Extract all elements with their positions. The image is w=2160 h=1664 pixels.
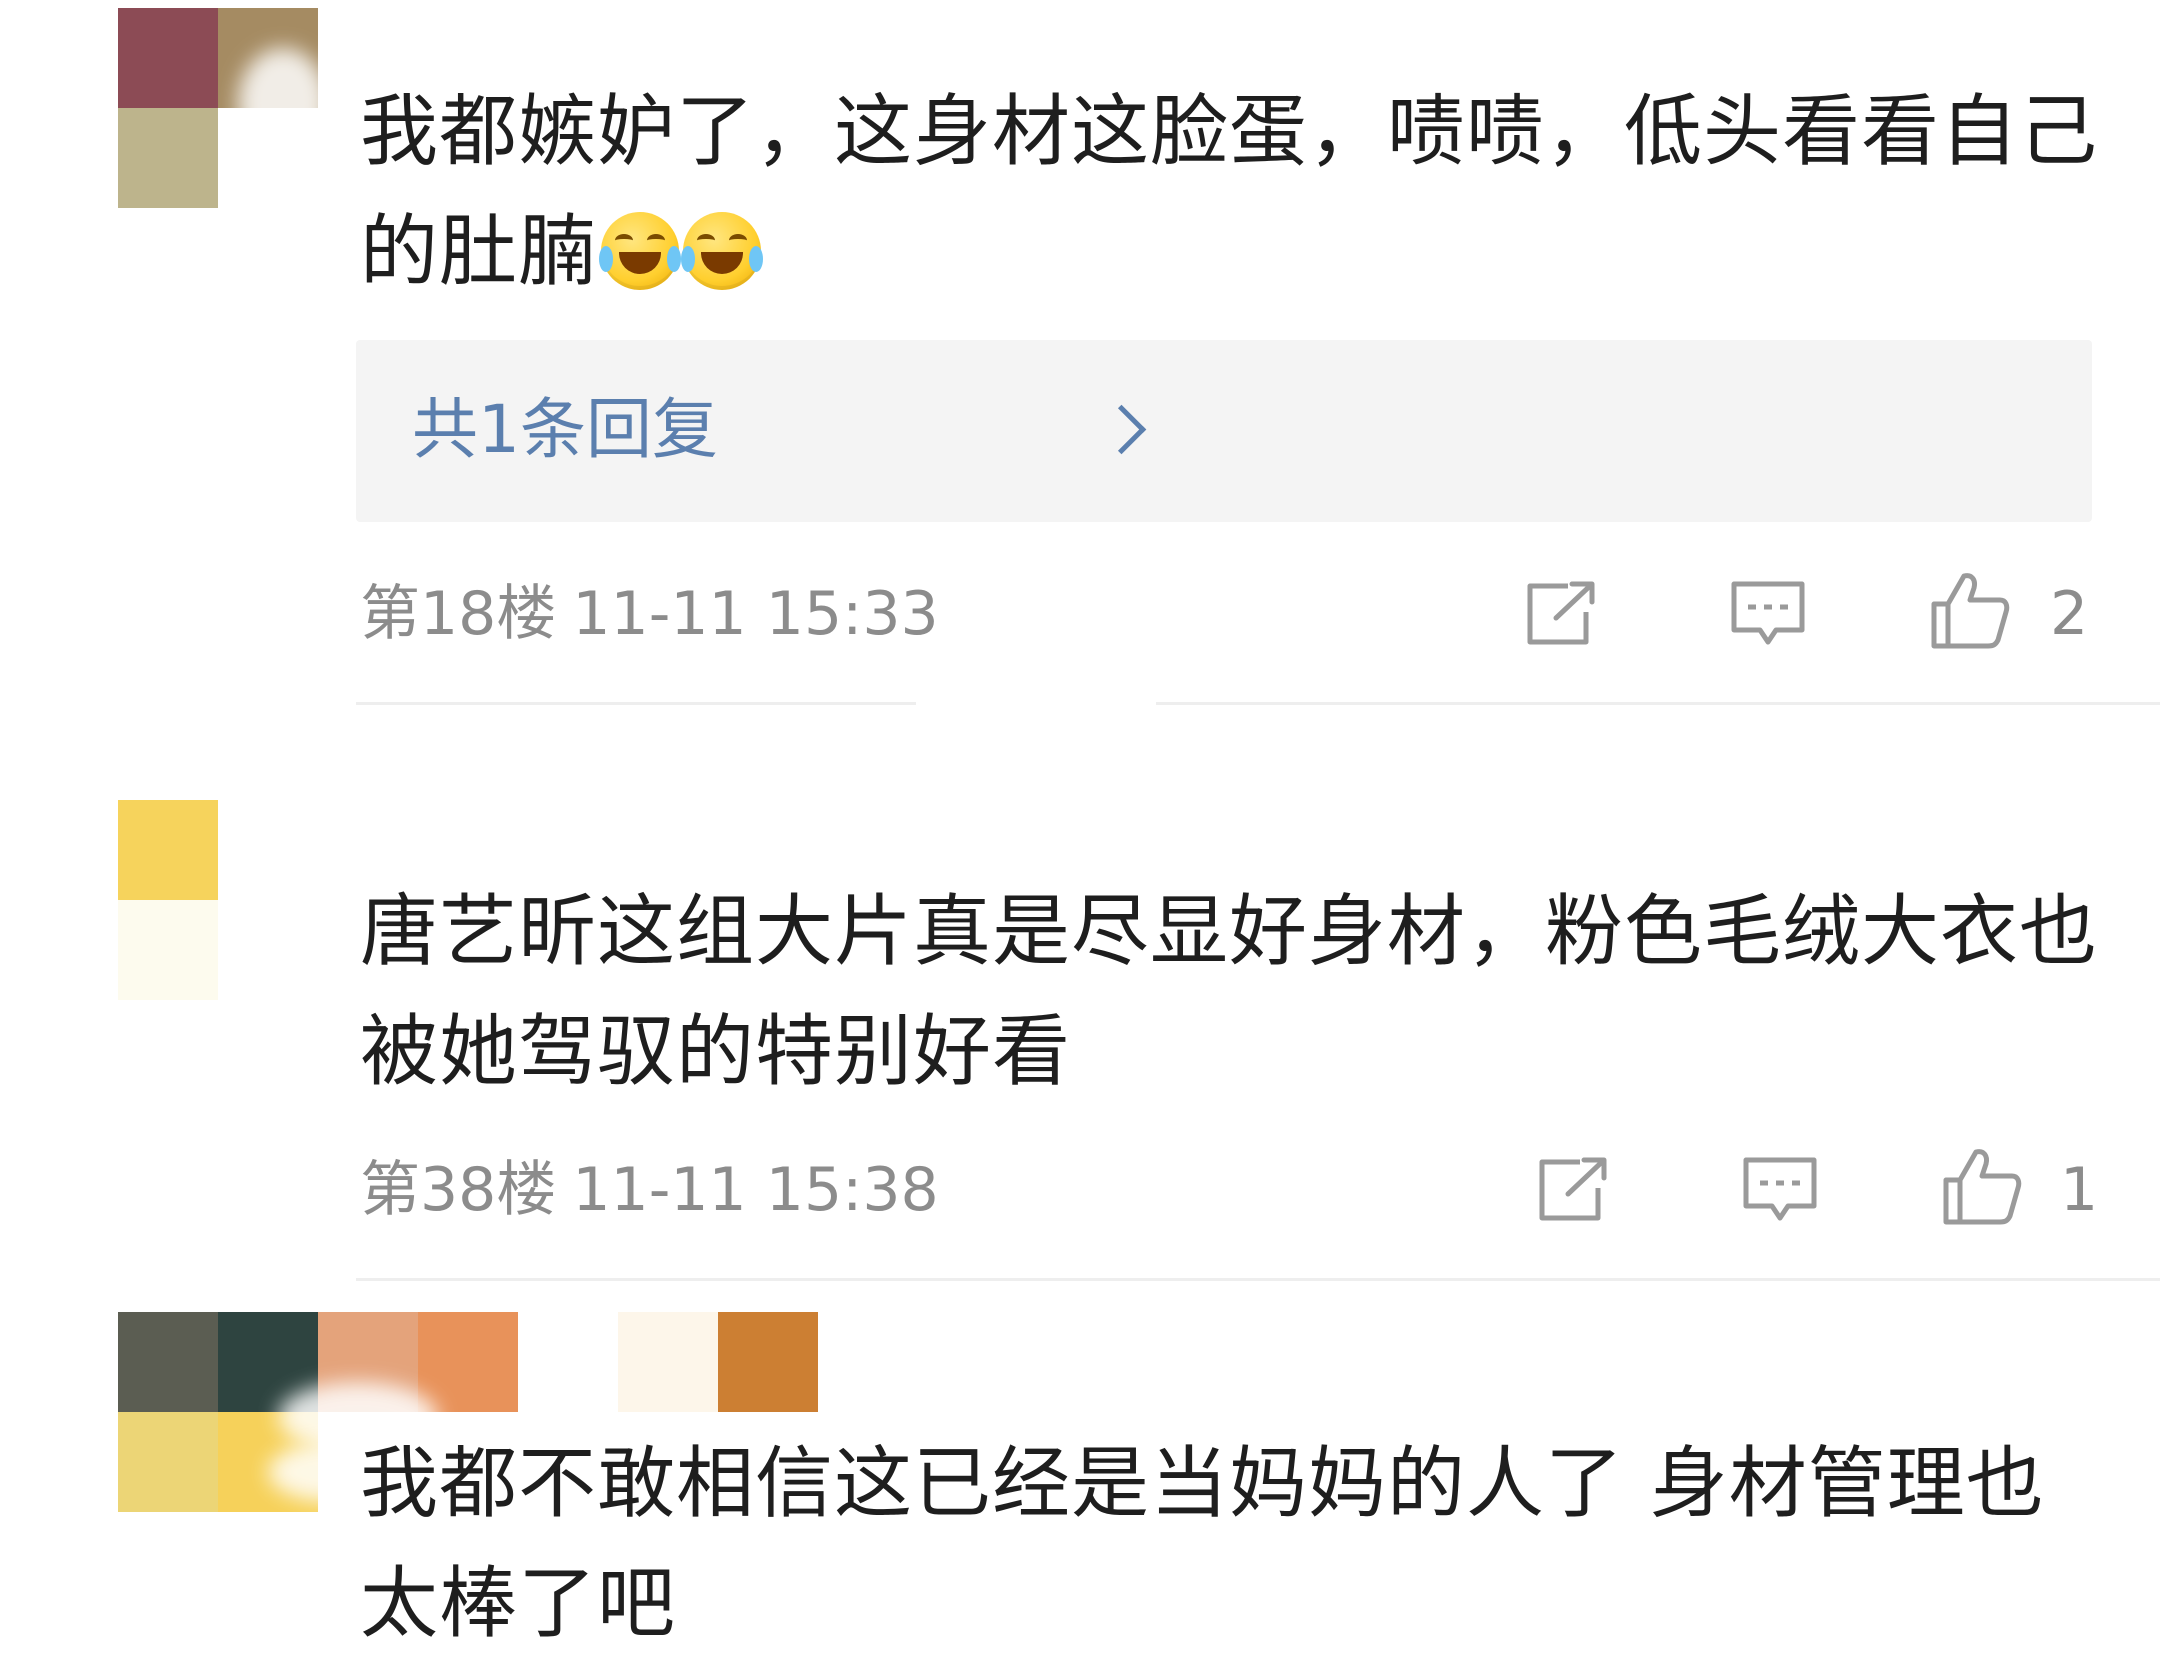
comment-meta: 第18楼 11-11 15:33 (360, 574, 939, 654)
divider (356, 1278, 2160, 1281)
divider (356, 702, 916, 705)
share-icon (1527, 581, 1595, 645)
floor-number: 第18楼 (360, 579, 557, 649)
reply-summary-label: 共1条回复 (412, 391, 718, 468)
thumbs-up-icon (1931, 573, 2010, 649)
avatar[interactable] (118, 800, 318, 1000)
share-button[interactable] (1522, 578, 1602, 650)
comment-item: 我都嫉妒了，这身材这脸蛋，啧啧，低头看看自己的肚腩 共1条回复 第18楼 11-1… (0, 0, 2160, 720)
like-count: 1 (2060, 1155, 2099, 1225)
floor-number: 第38楼 (360, 1155, 557, 1225)
timestamp: 11-11 15:38 (572, 1155, 939, 1225)
comment-text: 唐艺昕这组大片真是尽显好身材，粉色毛绒大衣也被她驾驭的特别好看 (360, 887, 2099, 1097)
comment-meta: 第38楼 11-11 15:38 (360, 1150, 939, 1230)
comment-item: 唐艺昕这组大片真是尽显好身材，粉色毛绒大衣也被她驾驭的特别好看 第38楼 11-1… (0, 760, 2160, 1281)
like-button[interactable] (1928, 568, 2012, 652)
like-button[interactable] (1940, 1144, 2024, 1228)
timestamp: 11-11 15:33 (572, 579, 939, 649)
comment-button[interactable] (1728, 578, 1808, 650)
comment-item: 我都不敢相信这已经是当妈妈的人了 身材管理也太棒了吧 (0, 1300, 2160, 1649)
reply-summary-button[interactable]: 共1条回复 (356, 340, 2092, 522)
laugh-cry-emoji-icon (681, 212, 764, 290)
comment-icon (1743, 1157, 1817, 1221)
comment-icon (1731, 581, 1805, 645)
avatar[interactable] (118, 8, 318, 208)
chevron-right-icon (1096, 404, 1147, 455)
share-button[interactable] (1534, 1154, 1614, 1226)
divider (1156, 702, 2160, 705)
comment-text: 我都不敢相信这已经是当妈妈的人了 身材管理也太棒了吧 (360, 1439, 2045, 1649)
thumbs-up-icon (1943, 1149, 2022, 1225)
share-icon (1539, 1157, 1607, 1221)
comment-button[interactable] (1740, 1154, 1820, 1226)
comment-text: 我都嫉妒了，这身材这脸蛋，啧啧，低头看看自己的肚腩 (360, 72, 2100, 312)
laugh-cry-emoji-icon (599, 212, 682, 290)
like-count: 2 (2050, 579, 2089, 649)
